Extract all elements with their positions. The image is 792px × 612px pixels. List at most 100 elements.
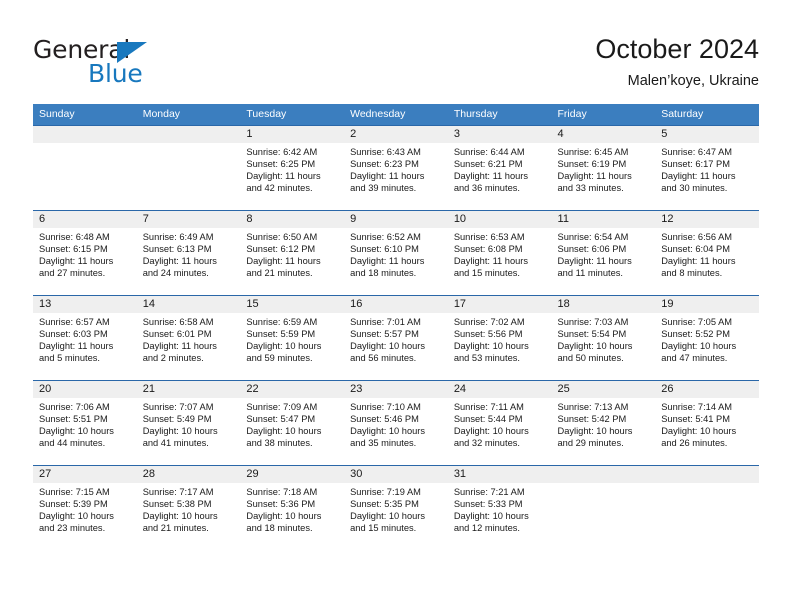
sunset-text: Sunset: 5:57 PM — [350, 329, 419, 340]
daylight-text-3: and 50 minutes. — [557, 353, 624, 364]
day-number: 20 — [33, 381, 137, 398]
daylight-text-2: Daylight: 11 hours — [142, 341, 217, 352]
day-number: 19 — [655, 296, 759, 313]
day-cell-inner: 6 Sunrise: 6:48 AM Sunset: 6:15 PM Daylight… — [33, 211, 137, 295]
day-details: Sunrise: 6:53 AM Sunset: 6:08 PM Daylight:… — [448, 228, 552, 279]
day-number: 7 — [136, 211, 241, 228]
calendar-day-cell[interactable]: 2 Sunrise: 6:43 AM Sunset: 6:23 PM Daylight… — [344, 125, 448, 211]
daylight-text-2: Daylight: 11 hours — [453, 256, 529, 267]
calendar-day-cell[interactable]: 4 Sunrise: 6:45 AM Sunset: 6:19 PM Daylight… — [551, 125, 656, 211]
sunset-text: Sunset: 5:56 PM — [453, 329, 523, 340]
calendar-day-cell[interactable]: 30 Sunrise: 7:19 AM Sunset: 5:35 PM Dayligh… — [344, 465, 448, 550]
sunset-text: Sunset: 6:01 PM — [142, 329, 212, 340]
calendar-day-cell[interactable]: 7 Sunrise: 6:49 AM Sunset: 6:13 PM Daylight… — [136, 210, 241, 296]
daylight-text-3: and 42 minutes. — [246, 183, 313, 194]
calendar-day-cell[interactable]: 20 Sunrise: 7:06 AM Sunset: 5:51 PM Dayligh… — [33, 380, 137, 466]
day-details: Sunrise: 6:58 AM Sunset: 6:01 PM Daylight:… — [137, 313, 241, 364]
sunset-text: Sunset: 5:52 PM — [661, 329, 730, 340]
daylight-text-2: Daylight: 11 hours — [350, 256, 425, 267]
day-details: Sunrise: 7:10 AM Sunset: 5:46 PM Daylight:… — [344, 398, 448, 449]
day-cell-inner — [136, 126, 241, 210]
calendar-day-cell[interactable]: 18 Sunrise: 7:03 AM Sunset: 5:54 PM Dayligh… — [551, 295, 656, 381]
day-details: Sunrise: 7:14 AM Sunset: 5:41 PM Daylight:… — [655, 398, 759, 449]
sunset-text: Sunset: 5:39 PM — [39, 499, 108, 510]
daylight-text-2: Daylight: 10 hours — [142, 511, 218, 522]
day-cell-inner: 1 Sunrise: 6:42 AM Sunset: 6:25 PM Daylight… — [240, 126, 345, 210]
sunrise-text: Sunrise: 6:56 AM — [661, 232, 733, 242]
daylight-text-2: Daylight: 11 hours — [661, 256, 736, 267]
sunrise-text: Sunrise: 6:48 AM — [39, 232, 110, 242]
calendar-day-cell[interactable]: 19 Sunrise: 7:05 AM Sunset: 5:52 PM Dayligh… — [655, 295, 759, 381]
calendar-day-cell[interactable]: 23 Sunrise: 7:10 AM Sunset: 5:46 PM Dayligh… — [344, 380, 448, 466]
day-cell-inner: 11 Sunrise: 6:54 AM Sunset: 6:06 PM Dayligh… — [551, 211, 656, 295]
calendar-day-cell[interactable]: 22 Sunrise: 7:09 AM Sunset: 5:47 PM Dayligh… — [240, 380, 345, 466]
day-number: 15 — [240, 296, 345, 313]
general-blue-logo[interactable]: General Blue — [33, 36, 233, 92]
calendar-day-cell[interactable]: 31 Sunrise: 7:21 AM Sunset: 5:33 PM Dayligh… — [447, 465, 552, 550]
day-number: 12 — [655, 211, 759, 228]
calendar-week-row: 6 Sunrise: 6:48 AM Sunset: 6:15 PM Daylight… — [33, 210, 759, 296]
weekday-header-saturday: Saturday — [655, 104, 759, 126]
calendar-header-row: Sunday Monday Tuesday Wednesday Thursday Frid… — [33, 104, 759, 126]
calendar-day-cell-empty — [551, 465, 656, 550]
sunset-text: Sunset: 5:41 PM — [661, 414, 730, 425]
daylight-text-3: and 11 minutes. — [557, 268, 623, 279]
calendar-week-row: 1 Sunrise: 6:42 AM Sunset: 6:25 PM Daylight… — [33, 125, 759, 211]
page-header: General Blue October 2024 Malen’koye, Uk… — [0, 0, 792, 100]
calendar-day-cell[interactable]: 15 Sunrise: 6:59 AM Sunset: 5:59 PM Dayligh… — [240, 295, 345, 381]
daylight-text-2: Daylight: 11 hours — [557, 256, 632, 267]
calendar-day-cell[interactable]: 6 Sunrise: 6:48 AM Sunset: 6:15 PM Daylight… — [33, 210, 137, 296]
daylight-text-3: and 15 minutes. — [350, 523, 417, 534]
sunrise-text: Sunrise: 6:47 AM — [661, 147, 733, 157]
sunset-text: Sunset: 6:06 PM — [557, 244, 627, 255]
calendar-day-cell[interactable]: 27 Sunrise: 7:15 AM Sunset: 5:39 PM Dayligh… — [33, 465, 137, 550]
calendar-day-cell[interactable]: 8 Sunrise: 6:50 AM Sunset: 6:12 PM Daylight… — [240, 210, 345, 296]
calendar-day-cell[interactable]: 10 Sunrise: 6:53 AM Sunset: 6:08 PM Dayligh… — [447, 210, 552, 296]
day-details: Sunrise: 7:06 AM Sunset: 5:51 PM Daylight:… — [33, 398, 137, 449]
day-details: Sunrise: 7:05 AM Sunset: 5:52 PM Daylight:… — [655, 313, 759, 364]
calendar-day-cell[interactable]: 11 Sunrise: 6:54 AM Sunset: 6:06 PM Dayligh… — [551, 210, 656, 296]
calendar-day-cell[interactable]: 12 Sunrise: 6:56 AM Sunset: 6:04 PM Dayligh… — [655, 210, 759, 296]
calendar-day-cell-empty — [136, 125, 241, 211]
daylight-text-3: and 39 minutes. — [350, 183, 417, 194]
day-number: 2 — [344, 126, 448, 143]
calendar-day-cell[interactable]: 24 Sunrise: 7:11 AM Sunset: 5:44 PM Dayligh… — [447, 380, 552, 466]
sunrise-text: Sunrise: 7:17 AM — [142, 487, 214, 497]
calendar-day-cell[interactable]: 1 Sunrise: 6:42 AM Sunset: 6:25 PM Daylight… — [240, 125, 345, 211]
calendar-day-cell[interactable]: 9 Sunrise: 6:52 AM Sunset: 6:10 PM Daylight… — [344, 210, 448, 296]
calendar-week-row: 20 Sunrise: 7:06 AM Sunset: 5:51 PM Dayligh… — [33, 380, 759, 466]
daylight-text-2: Daylight: 10 hours — [350, 426, 426, 437]
calendar-day-cell[interactable]: 17 Sunrise: 7:02 AM Sunset: 5:56 PM Dayligh… — [447, 295, 552, 381]
sunset-text: Sunset: 5:35 PM — [350, 499, 419, 510]
daylight-text-3: and 35 minutes. — [350, 438, 417, 449]
sunset-text: Sunset: 5:46 PM — [350, 414, 419, 425]
day-cell-inner: 29 Sunrise: 7:18 AM Sunset: 5:36 PM Dayligh… — [240, 466, 345, 550]
daylight-text-3: and 32 minutes. — [453, 438, 520, 449]
calendar-day-cell[interactable]: 13 Sunrise: 6:57 AM Sunset: 6:03 PM Dayligh… — [33, 295, 137, 381]
calendar-day-cell[interactable]: 14 Sunrise: 6:58 AM Sunset: 6:01 PM Dayligh… — [136, 295, 241, 381]
calendar-day-cell[interactable]: 26 Sunrise: 7:14 AM Sunset: 5:41 PM Dayligh… — [655, 380, 759, 466]
day-cell-inner: 22 Sunrise: 7:09 AM Sunset: 5:47 PM Dayligh… — [240, 381, 345, 465]
calendar-day-cell[interactable]: 3 Sunrise: 6:44 AM Sunset: 6:21 PM Daylight… — [447, 125, 552, 211]
daylight-text-3: and 21 minutes. — [246, 268, 313, 279]
daylight-text-2: Daylight: 10 hours — [557, 426, 633, 437]
calendar-day-cell[interactable]: 16 Sunrise: 7:01 AM Sunset: 5:57 PM Dayligh… — [344, 295, 448, 381]
calendar-day-cell[interactable]: 21 Sunrise: 7:07 AM Sunset: 5:49 PM Dayligh… — [136, 380, 241, 466]
weekday-header-tuesday: Tuesday — [240, 104, 345, 126]
daylight-text-2: Daylight: 11 hours — [39, 341, 114, 352]
sunrise-text: Sunrise: 6:44 AM — [453, 147, 525, 157]
calendar-body: 1 Sunrise: 6:42 AM Sunset: 6:25 PM Daylight… — [33, 125, 759, 550]
day-details: Sunrise: 6:52 AM Sunset: 6:10 PM Daylight:… — [344, 228, 448, 279]
day-cell-inner: 17 Sunrise: 7:02 AM Sunset: 5:56 PM Dayligh… — [447, 296, 552, 380]
day-cell-inner: 8 Sunrise: 6:50 AM Sunset: 6:12 PM Daylight… — [240, 211, 345, 295]
sunrise-text: Sunrise: 7:13 AM — [557, 402, 629, 412]
calendar-day-cell[interactable]: 25 Sunrise: 7:13 AM Sunset: 5:42 PM Dayligh… — [551, 380, 656, 466]
daylight-text-2: Daylight: 10 hours — [246, 341, 322, 352]
day-number — [33, 126, 137, 143]
calendar-day-cell[interactable]: 5 Sunrise: 6:47 AM Sunset: 6:17 PM Daylight… — [655, 125, 759, 211]
sunset-text: Sunset: 6:15 PM — [39, 244, 108, 255]
daylight-text-3: and 18 minutes. — [350, 268, 417, 279]
calendar-day-cell[interactable]: 28 Sunrise: 7:17 AM Sunset: 5:38 PM Dayligh… — [136, 465, 241, 550]
calendar-day-cell[interactable]: 29 Sunrise: 7:18 AM Sunset: 5:36 PM Dayligh… — [240, 465, 345, 550]
day-cell-inner: 20 Sunrise: 7:06 AM Sunset: 5:51 PM Dayligh… — [33, 381, 137, 465]
